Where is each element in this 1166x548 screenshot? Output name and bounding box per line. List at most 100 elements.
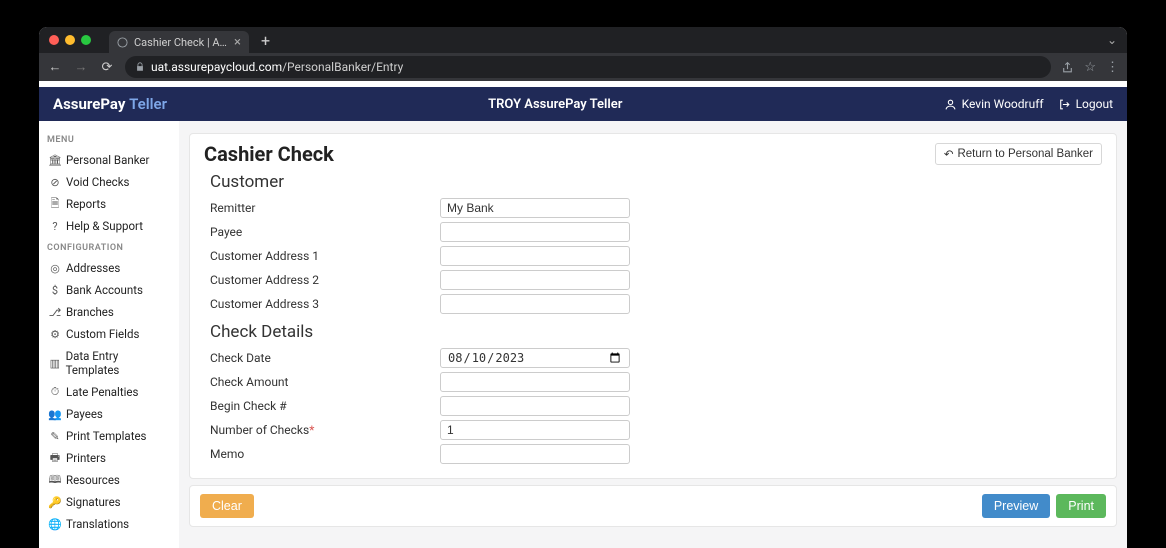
sidebar-item-payees[interactable]: 👥 Payees: [47, 403, 173, 425]
label-check-amount: Check Amount: [210, 375, 440, 389]
sidebar-item-label: Personal Banker: [66, 153, 149, 167]
user-icon: [944, 98, 957, 111]
sidebar-item-reports[interactable]: 🗎 Reports: [47, 193, 173, 215]
sidebar-item-label: Custom Fields: [66, 327, 139, 341]
sidebar-item-late-penalties[interactable]: ⏱ Late Penalties: [47, 381, 173, 403]
input-memo[interactable]: [440, 444, 630, 464]
sidebar-item-data-entry-templates[interactable]: ▥ Data Entry Templates: [47, 345, 173, 381]
close-window-button[interactable]: [49, 35, 59, 45]
bookmark-icon[interactable]: ☆: [1084, 60, 1096, 75]
label-remitter: Remitter: [210, 201, 440, 215]
return-icon: ↶: [944, 147, 954, 161]
input-num-checks[interactable]: [440, 420, 630, 440]
tabs-overflow-icon[interactable]: ⌄: [1107, 33, 1117, 47]
logout-icon: [1058, 98, 1071, 111]
sidebar-item-help[interactable]: ? Help & Support: [47, 215, 173, 237]
sidebar-item-custom-fields[interactable]: ⚙ Custom Fields: [47, 323, 173, 345]
logout-button[interactable]: Logout: [1058, 97, 1113, 111]
sidebar-item-translations[interactable]: 🌐 Translations: [47, 513, 173, 535]
sidebar-item-label: Signatures: [66, 495, 121, 509]
users-icon: 👥: [49, 408, 61, 420]
reload-button[interactable]: ⟳: [99, 59, 115, 75]
sidebar-item-resources[interactable]: 🕮 Resources: [47, 469, 173, 491]
sidebar-item-label: Printers: [66, 451, 106, 465]
sidebar-item-printers[interactable]: 🖶 Printers: [47, 447, 173, 469]
forward-button[interactable]: →: [73, 59, 89, 75]
bank-icon: 🏛: [49, 154, 61, 166]
sidebar-item-signatures[interactable]: 🔑 Signatures: [47, 491, 173, 513]
browser-window: Cashier Check | AssurePayClo… × + ⌄ ← → …: [39, 27, 1127, 548]
sidebar-config-head: CONFIGURATION: [47, 237, 173, 257]
menu-icon[interactable]: ⋮: [1106, 60, 1119, 75]
sidebar-item-label: Void Checks: [66, 175, 129, 189]
sidebar-item-label: Branches: [66, 305, 114, 319]
input-addr2[interactable]: [440, 270, 630, 290]
browser-tab[interactable]: Cashier Check | AssurePayClo… ×: [109, 31, 249, 53]
sidebar: MENU 🏛 Personal Banker ⊘ Void Checks 🗎 R…: [39, 121, 179, 548]
row-remitter: Remitter: [204, 196, 1102, 220]
row-payee: Payee: [204, 220, 1102, 244]
sidebar-item-label: Print Templates: [66, 429, 146, 443]
form-card: Cashier Check ↶ Return to Personal Banke…: [189, 133, 1117, 479]
gear-icon: ⚙: [49, 328, 61, 340]
sidebar-item-label: Payees: [66, 407, 103, 421]
row-begin-check: Begin Check #: [204, 394, 1102, 418]
clear-button[interactable]: Clear: [200, 494, 254, 518]
input-check-amount[interactable]: [440, 372, 630, 392]
row-num-checks: Number of Checks*: [204, 418, 1102, 442]
url-box[interactable]: uat.assurepaycloud.com/PersonalBanker/En…: [125, 56, 1051, 78]
row-addr2: Customer Address 2: [204, 268, 1102, 292]
input-addr3[interactable]: [440, 294, 630, 314]
input-check-date[interactable]: [440, 348, 630, 368]
print-button[interactable]: Print: [1056, 494, 1106, 518]
input-remitter[interactable]: [440, 198, 630, 218]
maximize-window-button[interactable]: [81, 35, 91, 45]
tab-favicon: [117, 37, 128, 48]
return-button[interactable]: ↶ Return to Personal Banker: [935, 143, 1102, 165]
label-payee: Payee: [210, 225, 440, 239]
sidebar-item-label: Data Entry Templates: [66, 349, 171, 377]
label-addr2: Customer Address 2: [210, 273, 440, 287]
minimize-window-button[interactable]: [65, 35, 75, 45]
main-content: Cashier Check ↶ Return to Personal Banke…: [179, 121, 1127, 548]
close-tab-icon[interactable]: ×: [234, 36, 241, 49]
url-text: uat.assurepaycloud.com/PersonalBanker/En…: [151, 60, 403, 74]
input-addr1[interactable]: [440, 246, 630, 266]
lock-icon: [135, 62, 145, 72]
sidebar-item-label: Help & Support: [66, 219, 143, 233]
sidebar-item-personal-banker[interactable]: 🏛 Personal Banker: [47, 149, 173, 171]
new-tab-button[interactable]: +: [261, 31, 270, 50]
input-begin-check[interactable]: [440, 396, 630, 416]
sidebar-item-bank-accounts[interactable]: $ Bank Accounts: [47, 279, 173, 301]
branch-icon: ⎇: [49, 306, 61, 318]
sidebar-item-branches[interactable]: ⎇ Branches: [47, 301, 173, 323]
key-icon: 🔑: [49, 496, 61, 508]
logout-label: Logout: [1076, 97, 1113, 111]
sidebar-item-addresses[interactable]: ◎ Addresses: [47, 257, 173, 279]
sidebar-item-label: Translations: [66, 517, 129, 531]
user-name: Kevin Woodruff: [962, 97, 1044, 111]
sidebar-item-label: Late Penalties: [66, 385, 138, 399]
input-payee[interactable]: [440, 222, 630, 242]
app-header: AssurePay Teller TROY AssurePay Teller K…: [39, 87, 1127, 121]
edit-icon: ✎: [49, 430, 61, 442]
label-num-checks: Number of Checks*: [210, 423, 440, 437]
sidebar-item-label: Addresses: [66, 261, 120, 275]
action-bar: Clear Preview Print: [189, 485, 1117, 527]
sidebar-item-print-templates[interactable]: ✎ Print Templates: [47, 425, 173, 447]
sidebar-menu-head: MENU: [47, 129, 173, 149]
row-check-date: Check Date: [204, 346, 1102, 370]
share-icon[interactable]: [1061, 61, 1074, 74]
return-label: Return to Personal Banker: [957, 148, 1093, 160]
sidebar-item-void-checks[interactable]: ⊘ Void Checks: [47, 171, 173, 193]
dollar-icon: $: [49, 284, 61, 296]
preview-button[interactable]: Preview: [982, 494, 1050, 518]
tab-title: Cashier Check | AssurePayClo…: [134, 36, 228, 49]
customer-section-head: Customer: [210, 172, 1102, 192]
user-menu[interactable]: Kevin Woodruff: [944, 97, 1044, 111]
row-addr3: Customer Address 3: [204, 292, 1102, 316]
back-button[interactable]: ←: [47, 59, 63, 75]
label-check-date: Check Date: [210, 351, 440, 365]
tab-bar: Cashier Check | AssurePayClo… × + ⌄: [39, 27, 1127, 53]
printer-icon: 🖶: [49, 452, 61, 464]
